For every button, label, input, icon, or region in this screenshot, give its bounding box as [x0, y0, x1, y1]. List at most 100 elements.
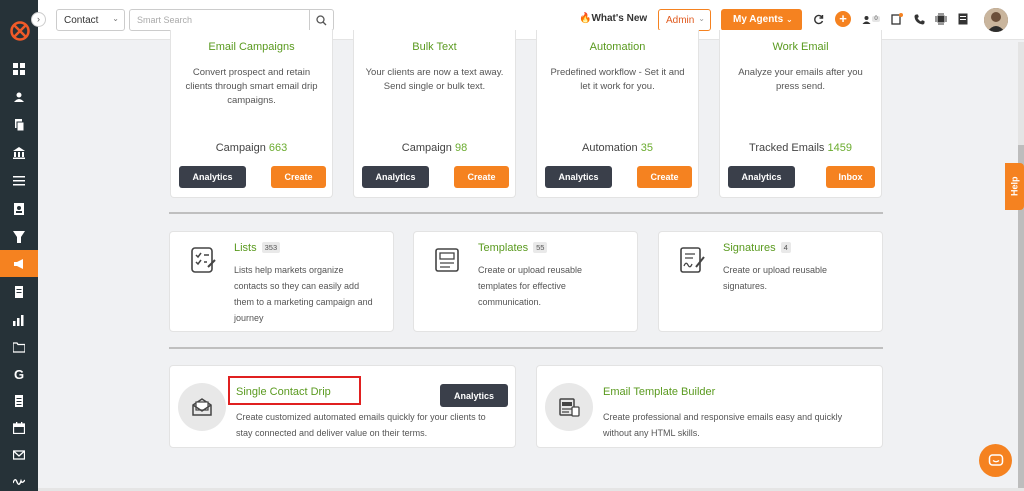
profile-card-icon[interactable]: [0, 196, 38, 222]
card-title[interactable]: Email Template Builder: [603, 386, 715, 398]
module-select[interactable]: Contact ⌄: [56, 9, 125, 31]
automation-card: Automation Predefined workflow - Set it …: [536, 30, 699, 198]
card-description: Create or upload reusable signatures.: [723, 265, 828, 291]
card-title[interactable]: Email Campaigns: [171, 41, 332, 53]
templates-count-badge: 55: [533, 242, 548, 253]
lists-title: Lists: [234, 242, 257, 254]
chevron-down-icon: ⌄: [698, 14, 705, 23]
my-agents-button[interactable]: My Agents ⌄: [721, 9, 802, 31]
brand-logo[interactable]: [9, 20, 31, 42]
module-select-value: Contact: [64, 15, 99, 26]
user-count-icon[interactable]: 0: [860, 12, 882, 26]
folder-icon[interactable]: [0, 334, 38, 360]
documents-icon[interactable]: [0, 112, 38, 138]
bank-icon[interactable]: [0, 140, 38, 166]
card-description: Create professional and responsive email…: [603, 412, 843, 438]
card-metric: Campaign 98: [354, 142, 515, 154]
email-campaigns-card: Email Campaigns Convert prospect and ret…: [170, 30, 333, 198]
expand-sidebar-button[interactable]: ›: [31, 12, 46, 27]
templates-card[interactable]: Templates 55 Create or upload reusable te…: [413, 231, 638, 332]
lists-count-badge: 353: [261, 242, 281, 253]
metric-label: Campaign: [215, 142, 266, 154]
template-icon: [435, 248, 459, 272]
contacts-icon[interactable]: [0, 84, 38, 110]
notes-icon[interactable]: [0, 388, 38, 414]
add-new-button[interactable]: +: [835, 11, 851, 27]
phone-icon[interactable]: [912, 12, 926, 26]
chat-button[interactable]: [979, 444, 1012, 477]
create-button[interactable]: Create: [271, 166, 326, 188]
list-icon[interactable]: [0, 168, 38, 194]
card-description: Create customized automated emails quick…: [236, 412, 486, 438]
chevron-down-icon: ⌄: [112, 14, 119, 23]
metric-value: 98: [454, 142, 468, 154]
admin-label: Admin: [666, 15, 695, 26]
card-title[interactable]: Lists 353: [234, 242, 281, 254]
metric-value: 35: [640, 142, 653, 154]
chevron-down-icon: ⌄: [785, 15, 793, 24]
help-tab[interactable]: Help: [1005, 163, 1024, 210]
whats-new-link[interactable]: 🔥What's New: [579, 13, 647, 24]
section-divider: [169, 347, 883, 349]
chip-icon[interactable]: [934, 12, 948, 26]
fire-icon: 🔥: [579, 13, 592, 24]
card-metric: Tracked Emails 1459: [720, 142, 881, 154]
analytics-button[interactable]: Analytics: [179, 166, 246, 188]
signatures-count-badge: 4: [780, 242, 791, 253]
metric-label: Automation: [582, 142, 638, 154]
signatures-card[interactable]: Signatures 4 Create or upload reusable si…: [658, 231, 883, 332]
checklist-icon: [191, 247, 216, 273]
mail-icon[interactable]: [0, 442, 38, 468]
chat-icon: [988, 453, 1003, 466]
google-icon[interactable]: G: [0, 361, 38, 387]
signatures-title: Signatures: [723, 242, 776, 254]
whats-new-label: What's New: [591, 13, 648, 24]
smart-search-input[interactable]: Smart Search: [129, 9, 310, 31]
create-button[interactable]: Create: [637, 166, 692, 188]
search-icon: [316, 14, 327, 25]
create-button[interactable]: Create: [454, 166, 509, 188]
inbox-button[interactable]: Inbox: [826, 166, 875, 188]
analytics-button[interactable]: Analytics: [545, 166, 612, 188]
avatar[interactable]: [984, 8, 1008, 32]
megaphone-icon[interactable]: [0, 250, 38, 277]
card-title[interactable]: Templates 55: [478, 242, 548, 254]
notifications-icon[interactable]: [890, 12, 904, 26]
metric-value: 1459: [827, 142, 852, 154]
bar-chart-icon[interactable]: [0, 307, 38, 333]
signature-doc-icon: [680, 247, 705, 273]
analytics-button[interactable]: Analytics: [362, 166, 429, 188]
card-title[interactable]: Automation: [537, 41, 698, 53]
metric-label: Campaign: [401, 142, 452, 154]
card-description: Create or upload reusable templates for …: [478, 265, 583, 307]
card-description: Lists help markets organize contacts so …: [234, 265, 373, 323]
search-button[interactable]: [310, 9, 334, 31]
drip-analytics-button[interactable]: Analytics: [440, 384, 508, 407]
card-metric: Automation 35: [537, 142, 698, 154]
my-agents-label: My Agents: [733, 14, 784, 25]
admin-dropdown[interactable]: Admin ⌄: [658, 9, 711, 31]
funnel-icon[interactable]: [0, 224, 38, 250]
calendar-icon[interactable]: [0, 415, 38, 441]
document-icon[interactable]: [956, 12, 970, 26]
card-title[interactable]: Bulk Text: [354, 41, 515, 53]
lists-card[interactable]: Lists 353 Lists help markets organize con…: [169, 231, 394, 332]
sidebar: G: [0, 0, 38, 491]
metric-value: 663: [268, 142, 288, 154]
card-title[interactable]: Work Email: [720, 41, 881, 53]
email-template-builder-card[interactable]: Email Template Builder Create profession…: [536, 365, 883, 448]
analytics-button[interactable]: Analytics: [728, 166, 795, 188]
work-email-card: Work Email Analyze your emails after you…: [719, 30, 882, 198]
report-icon[interactable]: [0, 279, 38, 305]
card-description: Predefined workflow - Set it and let it …: [550, 67, 685, 92]
refresh-icon[interactable]: [811, 12, 825, 26]
email-drip-icon: [178, 383, 226, 431]
templates-title: Templates: [478, 242, 529, 254]
card-title[interactable]: Signatures 4: [723, 242, 791, 254]
dashboard-icon[interactable]: [0, 56, 38, 82]
signature-icon[interactable]: [0, 468, 38, 491]
metric-label: Tracked Emails: [749, 142, 825, 154]
help-label: Help: [1009, 176, 1020, 197]
card-description: Your clients are now a text away. Send s…: [365, 67, 504, 92]
bulk-text-card: Bulk Text Your clients are now a text aw…: [353, 30, 516, 198]
